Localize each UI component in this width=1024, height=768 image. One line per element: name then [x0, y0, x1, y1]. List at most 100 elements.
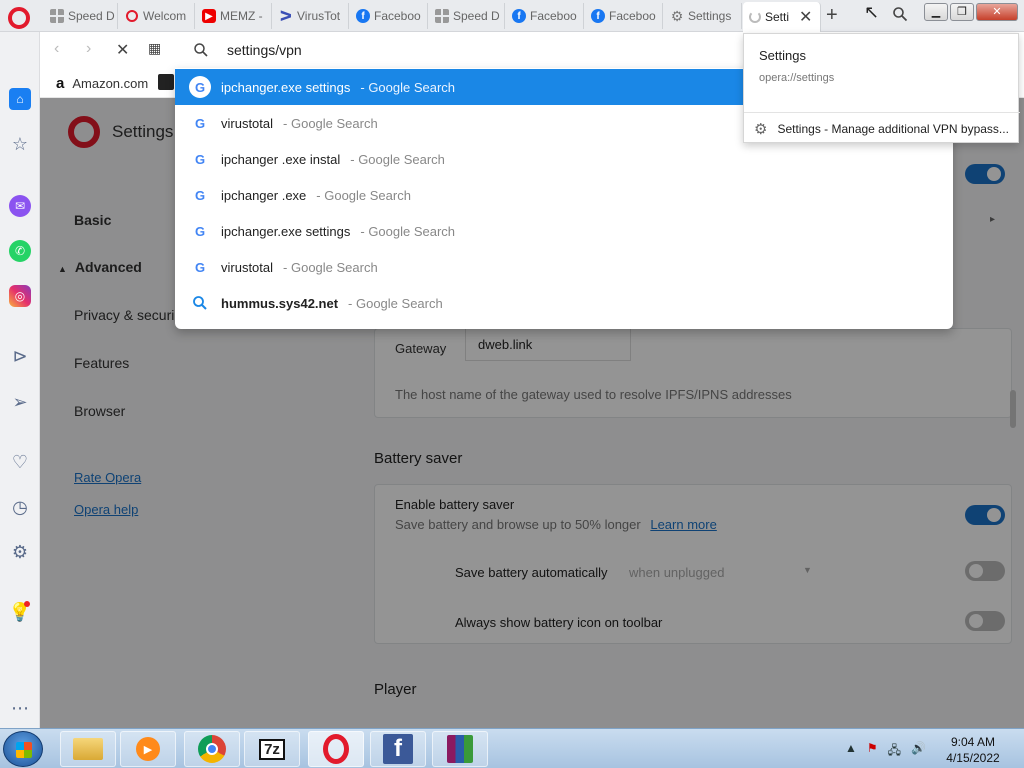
- messenger-icon[interactable]: ✉: [9, 195, 31, 217]
- facebook-label: f: [383, 734, 413, 764]
- tab-settings-active[interactable]: Setti ✕: [743, 2, 821, 32]
- virustotal-icon: ᐳ: [279, 7, 293, 24]
- tab-speed-dial[interactable]: Speed D: [429, 3, 505, 29]
- clock-date: 4/15/2022: [946, 751, 1000, 765]
- opera-menu-icon[interactable]: [8, 7, 30, 29]
- instagram-icon[interactable]: ◎: [9, 285, 31, 307]
- tab-label: Faceboo: [374, 9, 421, 23]
- back-icon[interactable]: ‹: [54, 40, 59, 58]
- tips-lightbulb-icon[interactable]: 💡: [9, 601, 31, 623]
- search-icon: [193, 296, 207, 310]
- action-center-icon[interactable]: ⚑: [867, 741, 878, 762]
- google-icon: G: [194, 151, 206, 167]
- speed-dial-icon: [50, 9, 64, 23]
- tab-label: VirusTot: [297, 9, 341, 23]
- gear-icon: ⚙: [670, 7, 684, 24]
- amazon-icon: a: [56, 75, 65, 92]
- winrar-icon[interactable]: [432, 731, 488, 767]
- chrome-icon[interactable]: [184, 731, 240, 767]
- 7zip-label: 7z: [259, 738, 285, 760]
- minimize-button[interactable]: ▁: [924, 3, 948, 21]
- tab-settings[interactable]: ⚙ Settings: [664, 3, 742, 29]
- tab-memz[interactable]: ▶ MEMZ -: [196, 3, 272, 29]
- network-icon[interactable]: 🖧: [888, 741, 901, 762]
- suggestion-item[interactable]: G ipchanger.exe settings - Google Search: [175, 213, 953, 249]
- start-button[interactable]: [3, 731, 43, 767]
- tab-welcome[interactable]: Welcom: [119, 3, 195, 29]
- bookmark-amazon[interactable]: a Amazon.com: [56, 75, 148, 92]
- tab-label: Faceboo: [609, 9, 656, 23]
- show-hidden-icons-icon[interactable]: ▲: [845, 741, 857, 762]
- suggestion-source: - Google Search: [360, 79, 456, 95]
- tab-label: Welcom: [143, 9, 187, 23]
- taskbar: ▶ 7z f ▲ ⚑ 🖧 🔊 9:04 AM 4/15/2022: [0, 728, 1024, 768]
- sidebar: ⌂ ☆ ✉ ✆ ◎ ⊳ ➢ ♡ ◷ ⚙ 💡 ⋯: [0, 32, 40, 728]
- google-icon: G: [194, 115, 206, 131]
- tab-facebook[interactable]: f Faceboo: [506, 3, 584, 29]
- clock-time: 9:04 AM: [950, 735, 996, 749]
- close-window-button[interactable]: ✕: [976, 3, 1018, 21]
- tab-speed-dial[interactable]: Speed D: [44, 3, 118, 29]
- popup-url: opera://settings: [759, 72, 835, 84]
- suggestion-item[interactable]: G virustotal - Google Search: [175, 249, 953, 285]
- tab-label: MEMZ -: [220, 9, 263, 23]
- google-icon: G: [194, 223, 206, 239]
- maximize-button[interactable]: ❐: [950, 3, 974, 21]
- suggestion-query: virustotal: [221, 259, 274, 275]
- heart-icon[interactable]: ♡: [9, 451, 31, 473]
- popup-item[interactable]: ⚙ Settings - Manage additional VPN bypas…: [754, 120, 1009, 138]
- tab-facebook[interactable]: f Faceboo: [350, 3, 428, 29]
- suggestion-item[interactable]: hummus.sys42.net - Google Search: [175, 285, 953, 321]
- history-icon[interactable]: ◷: [9, 496, 31, 518]
- tab-label: Speed D: [68, 9, 115, 23]
- home-icon[interactable]: ⌂: [9, 88, 31, 110]
- opera-icon: [125, 9, 139, 23]
- tab-strip: Speed D Welcom ▶ MEMZ - ᐳ VirusTot f Fac…: [0, 0, 1024, 32]
- suggestion-item[interactable]: G ipchanger .exe instal - Google Search: [175, 141, 953, 177]
- youtube-icon: ▶: [202, 9, 216, 23]
- send-icon[interactable]: ➢: [9, 391, 31, 413]
- whatsapp-icon[interactable]: ✆: [9, 240, 31, 262]
- more-icon[interactable]: ⋯: [9, 697, 31, 719]
- tab-virustotal[interactable]: ᐳ VirusTot: [273, 3, 349, 29]
- volume-icon[interactable]: 🔊: [911, 741, 926, 762]
- forward-icon[interactable]: ›: [86, 40, 91, 58]
- settings-gear-icon[interactable]: ⚙: [9, 541, 31, 563]
- tab-facebook[interactable]: f Faceboo: [585, 3, 663, 29]
- new-tab-icon[interactable]: +: [826, 4, 838, 27]
- player-icon[interactable]: ⊳: [9, 345, 31, 367]
- mouse-cursor-icon: ↖: [864, 2, 880, 22]
- tab-search-icon[interactable]: [892, 6, 908, 22]
- tab-label: Setti: [765, 10, 790, 24]
- file-explorer-icon[interactable]: [60, 731, 116, 767]
- google-icon: G: [189, 76, 211, 98]
- suggestion-source: - Google Search: [360, 223, 456, 239]
- popup-divider: [744, 112, 1020, 113]
- bookmark-icon[interactable]: [158, 74, 174, 90]
- media-player-icon[interactable]: ▶: [120, 731, 176, 767]
- tabs-overview-icon[interactable]: ▦: [148, 40, 161, 57]
- suggestion-item[interactable]: G ipchanger .exe - Google Search: [175, 177, 953, 213]
- 7zip-icon[interactable]: 7z: [244, 731, 300, 767]
- tab-preview-popup: Settings opera://settings ⚙ Settings - M…: [743, 33, 1020, 143]
- suggestion-query: hummus.sys42.net: [221, 295, 339, 311]
- suggestion-query: virustotal: [221, 115, 274, 131]
- bookmarks-star-icon[interactable]: ☆: [9, 133, 31, 155]
- suggestion-query: ipchanger .exe instal: [221, 151, 341, 167]
- tab-label: Faceboo: [530, 9, 577, 23]
- suggestion-query: ipchanger.exe settings: [221, 223, 351, 239]
- stop-loading-icon[interactable]: ✕: [116, 40, 129, 60]
- close-tab-icon[interactable]: ✕: [799, 7, 812, 27]
- bookmark-label: Amazon.com: [72, 76, 149, 91]
- opera-icon[interactable]: [308, 731, 364, 767]
- search-icon: [194, 43, 208, 57]
- tab-label: Settings: [688, 9, 732, 23]
- suggestion-source: - Google Search: [348, 295, 443, 311]
- speed-dial-icon: [435, 9, 449, 23]
- popup-item-label: Settings - Manage additional VPN bypass.…: [777, 122, 1009, 136]
- google-icon: G: [194, 187, 206, 203]
- clock[interactable]: 9:04 AM 4/15/2022: [940, 734, 1006, 766]
- facebook-icon: f: [512, 9, 526, 23]
- facebook-icon[interactable]: f: [370, 731, 426, 767]
- loading-spinner-icon: [749, 11, 761, 23]
